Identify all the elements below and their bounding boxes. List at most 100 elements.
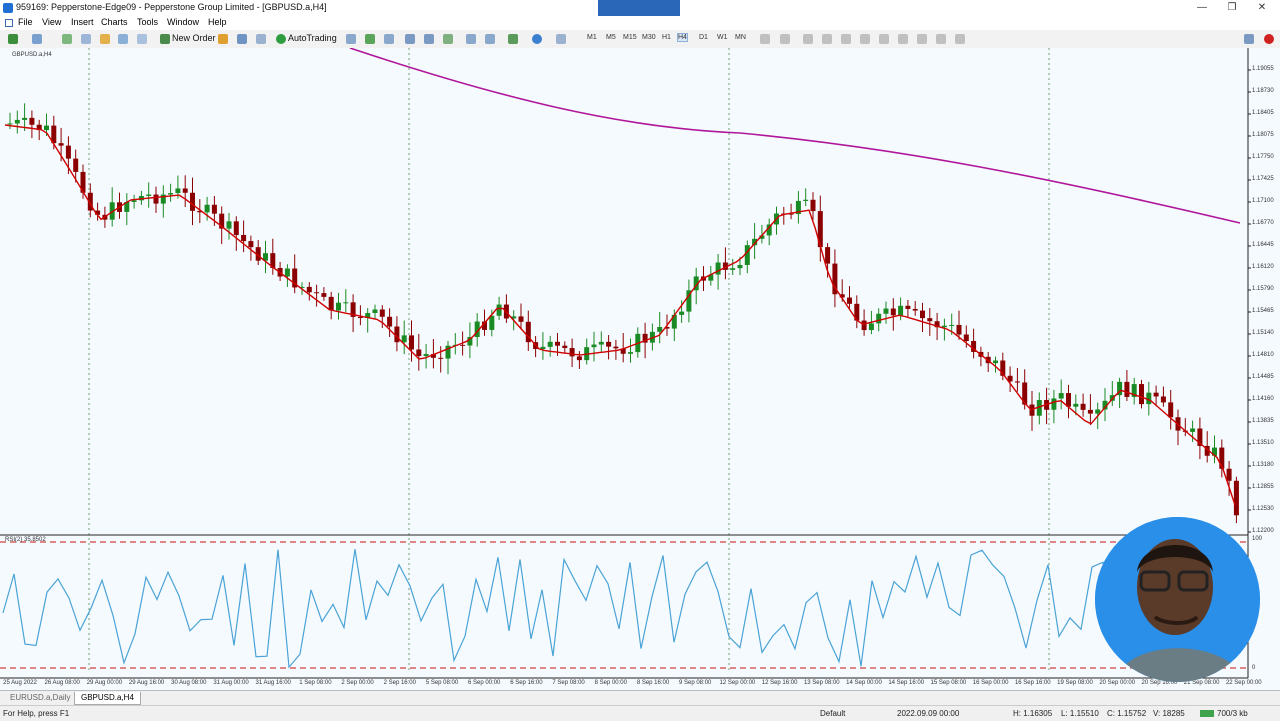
bull-candle xyxy=(993,360,998,364)
bear-candle xyxy=(190,192,195,211)
timeframe-mn[interactable]: MN xyxy=(735,34,746,41)
status-help: For Help, press F1 xyxy=(3,709,70,718)
menu-view[interactable]: View xyxy=(42,17,61,27)
bull-candle xyxy=(591,344,597,348)
new-order-button[interactable]: New Order xyxy=(172,33,216,43)
bull-candle xyxy=(423,354,429,357)
bull-candle xyxy=(1146,392,1152,405)
chart-grid xyxy=(0,48,1249,679)
menu-charts[interactable]: Charts xyxy=(101,17,128,27)
notifications-icon[interactable] xyxy=(1264,34,1274,44)
horizontal-line-icon[interactable] xyxy=(822,34,832,44)
tester-icon[interactable] xyxy=(137,34,147,44)
time-tick-label: 1 Sep 08:00 xyxy=(299,680,332,686)
cursor-icon[interactable] xyxy=(760,34,770,44)
timeframe-m5[interactable]: M5 xyxy=(606,34,616,41)
chart-window[interactable]: GBPUSD.a,H4 RSI(2) 35.8502 1.19055 1.1873… xyxy=(0,48,1280,690)
bear-candle xyxy=(321,293,327,297)
price-tick-label: 1.13510 xyxy=(1252,440,1274,446)
market-watch-icon[interactable] xyxy=(62,34,72,44)
menu-file[interactable]: File xyxy=(18,17,33,27)
equidistant-channel-icon[interactable] xyxy=(860,34,870,44)
navigator-icon[interactable] xyxy=(100,34,110,44)
zoom-out-icon[interactable] xyxy=(424,34,434,44)
text-icon[interactable] xyxy=(898,34,908,44)
price-tick-label: 1.16770 xyxy=(1252,220,1274,226)
profiles-icon[interactable] xyxy=(32,34,42,44)
menu-insert[interactable]: Insert xyxy=(71,17,94,27)
terminal-icon[interactable] xyxy=(118,34,128,44)
indicators-icon[interactable] xyxy=(508,34,518,44)
bear-candle xyxy=(956,324,962,335)
time-tick-label: 30 Aug 08:00 xyxy=(171,680,207,686)
new-order-icon xyxy=(160,34,170,44)
data-window-icon[interactable] xyxy=(81,34,91,44)
menu-help[interactable]: Help xyxy=(208,17,227,27)
price-tick-label: 1.18075 xyxy=(1252,132,1274,138)
bear-candle xyxy=(890,308,896,316)
title-tab-highlight xyxy=(598,0,680,17)
bear-candle xyxy=(29,117,35,125)
minimize-button[interactable]: — xyxy=(1190,1,1214,15)
signals-icon[interactable] xyxy=(237,34,247,44)
bear-candle xyxy=(379,309,385,317)
time-tick-label: 20 Sep 00:00 xyxy=(1099,680,1136,686)
title-bar: 959169: Pepperstone-Edge09 - Pepperstone… xyxy=(0,0,1280,17)
restore-button[interactable]: ❐ xyxy=(1220,1,1244,15)
tab-gbpusd-h4[interactable]: GBPUSD.a,H4 xyxy=(74,692,141,705)
bar-chart-icon[interactable] xyxy=(346,34,356,44)
candlestick-icon[interactable] xyxy=(365,34,375,44)
menu-tools[interactable]: Tools xyxy=(137,17,158,27)
trendline-icon[interactable] xyxy=(841,34,851,44)
timeframe-m30[interactable]: M30 xyxy=(642,34,656,41)
tile-windows-icon[interactable] xyxy=(443,34,453,44)
time-tick-label: 31 Aug 16:00 xyxy=(255,680,291,686)
timeframe-m15[interactable]: M15 xyxy=(623,34,637,41)
line-chart-icon[interactable] xyxy=(384,34,394,44)
timeframe-h1[interactable]: H1 xyxy=(662,34,671,41)
timeframe-d1[interactable]: D1 xyxy=(699,34,708,41)
price-tick-label: 1.13835 xyxy=(1252,418,1274,424)
time-tick-label: 6 Sep 00:00 xyxy=(468,680,501,686)
bull-candle xyxy=(547,341,553,347)
bull-candle xyxy=(598,341,604,345)
bear-candle xyxy=(927,318,933,322)
new-chart-icon[interactable] xyxy=(8,34,18,44)
tab-eurusd-daily[interactable]: EURUSD.a,Daily xyxy=(4,692,76,704)
vps-icon[interactable] xyxy=(256,34,266,44)
bear-candle xyxy=(576,356,582,361)
chart-shift-icon[interactable] xyxy=(485,34,495,44)
auto-scroll-icon[interactable] xyxy=(466,34,476,44)
bear-candle xyxy=(73,158,79,172)
bear-candle xyxy=(314,292,320,294)
text-label-icon[interactable] xyxy=(917,34,927,44)
bear-candle xyxy=(65,145,71,159)
webcam-overlay xyxy=(1095,517,1260,682)
bear-candle xyxy=(153,194,159,204)
templates-icon[interactable] xyxy=(556,34,566,44)
search-icon[interactable] xyxy=(1244,34,1254,44)
autotrading-button[interactable]: AutoTrading xyxy=(288,33,337,43)
price-chart[interactable] xyxy=(0,48,1280,690)
timeframe-h4[interactable]: H4 xyxy=(677,33,688,42)
arrows-icon[interactable] xyxy=(955,34,965,44)
connection-status-icon xyxy=(1200,710,1214,717)
metaeditor-icon[interactable] xyxy=(218,34,228,44)
fibonacci-icon[interactable] xyxy=(879,34,889,44)
bear-candle xyxy=(905,305,911,309)
status-volume: V: 18285 xyxy=(1153,709,1185,718)
zoom-in-icon[interactable] xyxy=(405,34,415,44)
bull-candle xyxy=(744,245,750,265)
menu-window[interactable]: Window xyxy=(167,17,199,27)
crosshair-icon[interactable] xyxy=(780,34,790,44)
time-tick-label: 16 Sep 16:00 xyxy=(1014,680,1051,686)
timeframe-m1[interactable]: M1 xyxy=(587,34,597,41)
timeframe-w1[interactable]: W1 xyxy=(717,34,728,41)
bull-candle xyxy=(679,311,685,315)
close-button[interactable]: ✕ xyxy=(1250,1,1274,15)
autotrading-icon xyxy=(276,34,286,44)
rectangle-icon[interactable] xyxy=(936,34,946,44)
bear-candle xyxy=(613,346,619,349)
periods-icon[interactable] xyxy=(532,34,542,44)
vertical-line-icon[interactable] xyxy=(803,34,813,44)
